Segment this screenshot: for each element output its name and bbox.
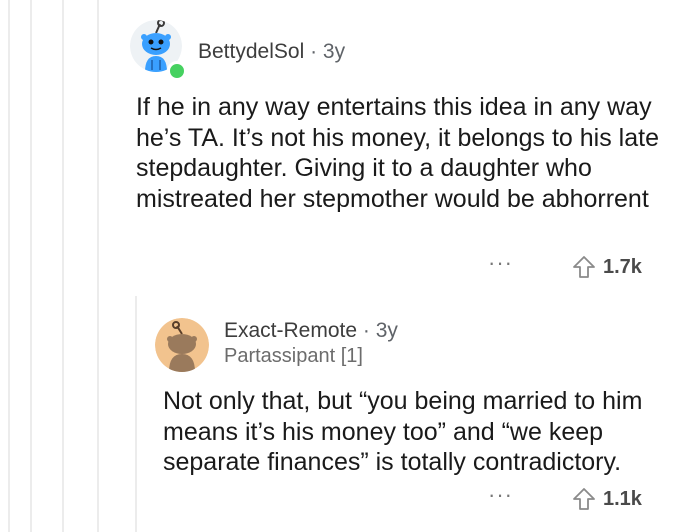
upvote-control[interactable]: 1.7k xyxy=(571,254,642,280)
upvote-arrow-icon[interactable] xyxy=(571,254,597,280)
online-status-dot xyxy=(167,61,187,81)
thread-line-5 xyxy=(135,296,137,532)
more-options-button[interactable]: ··· xyxy=(488,482,513,508)
vote-count: 1.1k xyxy=(603,487,642,510)
separator-dot: · xyxy=(310,40,318,63)
comment-age: 3y xyxy=(375,319,398,342)
more-options-button[interactable]: ··· xyxy=(488,250,513,276)
upvote-arrow-icon[interactable] xyxy=(571,486,597,512)
comment-body: Not only that, but “you being married to… xyxy=(163,387,643,476)
vote-count: 1.7k xyxy=(603,255,642,278)
comment-body: If he in any way entertains this idea in… xyxy=(136,93,659,213)
thread-line-4 xyxy=(97,0,99,532)
upvote-control[interactable]: 1.1k xyxy=(571,486,642,512)
snoo-avatar-brown[interactable] xyxy=(155,318,209,372)
thread-line-1 xyxy=(8,0,10,532)
thread-line-3 xyxy=(62,0,64,532)
comment-author-line: Exact-Remote · 3y xyxy=(224,319,398,343)
comment-age: 3y xyxy=(322,40,346,63)
username-link[interactable]: Exact-Remote xyxy=(224,319,357,342)
comment-author-line: BettydelSol · 3y xyxy=(198,40,345,64)
user-flair: Partassipant [1] xyxy=(224,345,363,367)
separator-dot: · xyxy=(362,319,370,342)
thread-line-2 xyxy=(30,0,32,532)
username-link[interactable]: BettydelSol xyxy=(198,40,304,63)
